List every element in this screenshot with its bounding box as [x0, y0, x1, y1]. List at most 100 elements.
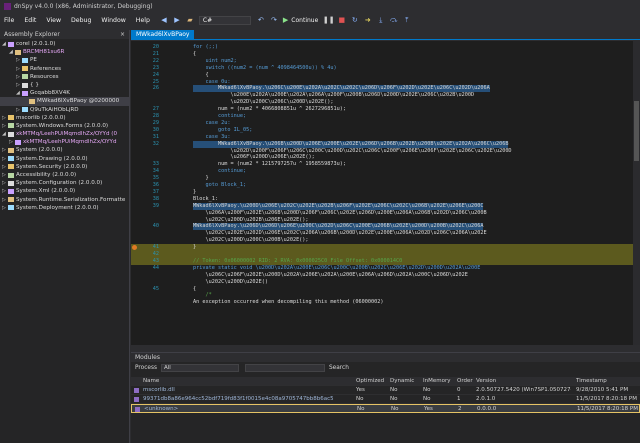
- column-header[interactable]: Version: [476, 377, 571, 386]
- window-title: dnSpy v4.0.0 (x86, Administrator, Debugg…: [14, 3, 153, 10]
- restart-icon[interactable]: ↻: [350, 16, 359, 25]
- tree-item[interactable]: ▷ xkMTMq/LeehPUiMqmdlhZx/OYYd: [0, 138, 129, 146]
- assembly-icon: [8, 115, 14, 121]
- module-icon: [134, 388, 139, 393]
- tree-item[interactable]: ◢ xkMTMq/LeehPUiMqmdlhZx/OYYd (0: [0, 130, 129, 138]
- redo-icon[interactable]: ↷: [270, 16, 278, 24]
- module-icon: [135, 407, 140, 412]
- step-over-icon[interactable]: ⤼: [389, 16, 398, 25]
- assembly-icon: [8, 180, 14, 186]
- assembly-icon: [22, 66, 28, 72]
- table-cell: No: [357, 406, 365, 412]
- continue-button[interactable]: ▶ Continue: [283, 16, 318, 24]
- assembly-icon: [15, 139, 21, 145]
- tree-item[interactable]: ▷ System.Deployment (2.0.0.0): [0, 204, 129, 212]
- tree-item[interactable]: ▷ System.Windows.Forms (2.0.0.0): [0, 122, 129, 130]
- tree-item-label: System.Xml (2.0.0.0): [16, 188, 76, 195]
- menu-edit[interactable]: Edit: [24, 17, 36, 24]
- tree-item[interactable]: ▷ Resources: [0, 73, 129, 81]
- table-cell: 0.0.0.0: [477, 406, 497, 412]
- tree-item[interactable]: MWkad6lXvBPaoy @0200000: [0, 97, 129, 106]
- table-cell: No: [390, 396, 398, 402]
- search-button[interactable]: Search: [329, 365, 349, 371]
- code-editor[interactable]: 20 for (;;) 21{22 uint num2; 23 switch ((nu…: [131, 41, 633, 345]
- tree-item-label: xkMTMq/LeehPUiMqmdlhZx/OYYd (0: [16, 131, 118, 138]
- app-icon: [4, 3, 11, 10]
- tree-item[interactable]: ▷ Q9uTkAiHObLjRD: [0, 106, 129, 114]
- tree-item-label: BRCMH81su6R: [23, 49, 65, 56]
- menu-debug[interactable]: Debug: [71, 17, 91, 24]
- assembly-explorer: Assembly Explorer × ◢ corel (2.0.1.0) ◢ BRC…: [0, 30, 130, 443]
- column-header[interactable]: Dynamic: [390, 377, 420, 386]
- stop-icon[interactable]: ■: [337, 16, 346, 25]
- menu-file[interactable]: File: [4, 17, 14, 24]
- assembly-icon: [8, 156, 14, 162]
- column-header[interactable]: Name: [143, 377, 333, 386]
- language-select[interactable]: C#: [198, 15, 251, 25]
- table-cell: 0: [457, 387, 461, 393]
- open-icon[interactable]: ▰: [186, 16, 194, 24]
- assembly-icon: [8, 123, 14, 129]
- table-row[interactable]: mscorlib.dll Yes No No 0 2.0.50727.5420 (Win7…: [131, 386, 640, 395]
- editor-scrollbar[interactable]: [633, 41, 640, 345]
- play-icon: ▶: [282, 16, 289, 24]
- assembly-icon: [22, 74, 28, 80]
- table-cell: 9/28/2010 5:41 PM: [576, 387, 629, 393]
- code-text[interactable]: An exception occurred when decompiling t…: [193, 299, 384, 306]
- close-icon[interactable]: ×: [120, 30, 125, 39]
- tree-item-label: System (2.0.0.0): [16, 147, 63, 154]
- assembly-explorer-title: Assembly Explorer: [4, 31, 60, 38]
- table-cell: No: [356, 396, 364, 402]
- menu-view[interactable]: View: [46, 17, 61, 24]
- tree-item[interactable]: ◢ BRCMH81su6R: [0, 48, 129, 56]
- tree-item[interactable]: ▷ PE: [0, 56, 129, 64]
- tree-item[interactable]: ▷ System.Security (2.0.0.0): [0, 163, 129, 171]
- editor-tab-bar: MWkad6lXvBPaoy: [131, 30, 640, 40]
- tree-item[interactable]: ▷ System.Xml (2.0.0.0): [0, 187, 129, 195]
- tree-item[interactable]: ◢ Gcqabb8XV4K: [0, 89, 129, 97]
- table-cell: <unknown>: [144, 406, 179, 412]
- column-header[interactable]: Order: [457, 377, 475, 386]
- continue-label: Continue: [291, 16, 319, 24]
- undo-icon[interactable]: ↶: [257, 16, 265, 24]
- process-select[interactable]: All: [161, 364, 239, 372]
- modules-grid-header: Name Optimized Dynamic InMemory Order Version…: [131, 377, 640, 386]
- assembly-icon: [8, 164, 14, 170]
- tree-item[interactable]: ▷{ }: [0, 81, 129, 89]
- column-header[interactable]: Optimized: [356, 377, 386, 386]
- table-row[interactable]: 99371db8a86e964cc52bdf719fd83f1f0015e4c0…: [131, 395, 640, 404]
- column-header[interactable]: Timestamp: [576, 377, 640, 386]
- show-next-statement-icon[interactable]: ➜: [363, 16, 372, 25]
- tree-item-label: System.Configuration (2.0.0.0): [16, 180, 103, 187]
- tree-item[interactable]: ▷ References: [0, 65, 129, 73]
- tree-item-label: xkMTMq/LeehPUiMqmdlhZx/OYYd: [23, 139, 117, 146]
- table-cell: Yes: [424, 406, 433, 412]
- table-cell: 11/5/2017 8:20:18 PM: [576, 396, 637, 402]
- tree-item[interactable]: ▷ Accessibility (2.0.0.0): [0, 171, 129, 179]
- tree-item[interactable]: ◢ corel (2.0.1.0): [0, 40, 129, 48]
- table-row[interactable]: <unknown> No No Yes 2 0.0.0.0 11/5/2017 8:20:1…: [131, 404, 640, 413]
- tree-item[interactable]: ▷ mscorlib (2.0.0.0): [0, 114, 129, 122]
- menu-help[interactable]: Help: [136, 17, 150, 24]
- menu-bar: File Edit View Debug Window Help ◀ ▶ ▰ C…: [0, 13, 640, 27]
- editor-scrollbar-thumb[interactable]: [634, 101, 639, 161]
- break-all-icon[interactable]: ❚❚: [323, 16, 335, 25]
- process-label: Process: [135, 365, 157, 371]
- assembly-icon: [8, 188, 14, 194]
- menu-window[interactable]: Window: [101, 17, 125, 24]
- table-cell: No: [390, 387, 398, 393]
- tab-mwkad6lxvbpaoy[interactable]: MWkad6lXvBPaoy: [131, 30, 195, 40]
- assembly-explorer-header: Assembly Explorer ×: [0, 30, 129, 39]
- tree-item[interactable]: ▷ System (2.0.0.0): [0, 146, 129, 154]
- tree-item-label: mscorlib (2.0.0.0): [16, 114, 66, 121]
- tree-item[interactable]: ▷ System.Runtime.Serialization.Formatte: [0, 196, 129, 204]
- step-out-icon[interactable]: ⤒: [402, 16, 411, 25]
- back-icon[interactable]: ◀: [160, 16, 168, 24]
- forward-icon[interactable]: ▶: [173, 16, 181, 24]
- tree-item[interactable]: ▷ System.Drawing (2.0.0.0): [0, 155, 129, 163]
- title-bar: dnSpy v4.0.0 (x86, Administrator, Debugg…: [0, 0, 640, 13]
- column-header[interactable]: InMemory: [423, 377, 457, 386]
- tree-item[interactable]: ▷ System.Configuration (2.0.0.0): [0, 179, 129, 187]
- modules-search-input[interactable]: [245, 364, 325, 372]
- step-into-icon[interactable]: ⤓: [376, 16, 385, 25]
